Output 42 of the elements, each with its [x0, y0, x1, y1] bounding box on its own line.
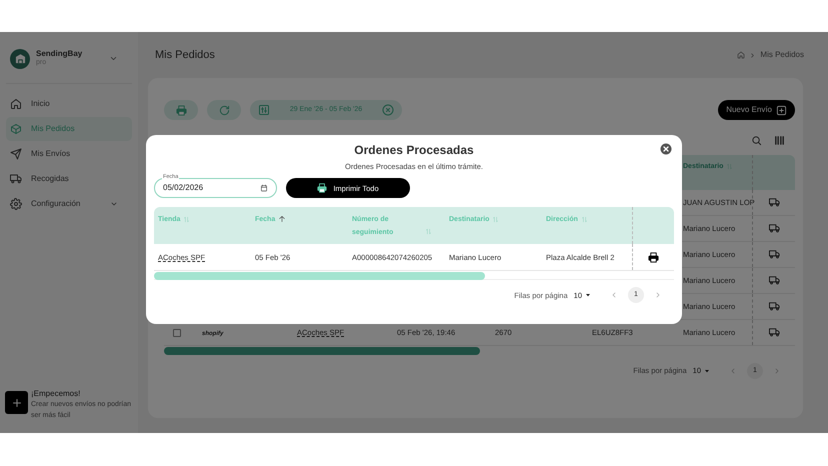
- close-icon[interactable]: [660, 143, 672, 155]
- sort-icon: [726, 163, 734, 170]
- home-icon[interactable]: [737, 51, 746, 59]
- chevron-down-icon[interactable]: [109, 54, 118, 63]
- truck-icon[interactable]: [768, 197, 780, 208]
- truck-icon[interactable]: [768, 249, 780, 260]
- truck-icon[interactable]: [768, 275, 780, 286]
- columns-icon[interactable]: [774, 134, 785, 146]
- truck-icon[interactable]: [768, 327, 780, 338]
- printer-icon: [176, 104, 186, 116]
- refresh-icon: [218, 104, 230, 116]
- chevron-right-icon: [749, 52, 756, 58]
- settings-icon: [10, 198, 22, 210]
- printer-icon[interactable]: [648, 252, 659, 263]
- plus-icon: [10, 396, 22, 408]
- scrollbar-thumb[interactable]: [164, 347, 480, 355]
- brand-name: SendingBay: [36, 49, 84, 60]
- scrollbar-thumb[interactable]: [154, 272, 485, 280]
- truck-icon[interactable]: [768, 223, 780, 234]
- plus-square-icon: [776, 104, 787, 116]
- home-icon: [10, 98, 22, 110]
- calendar-icon[interactable]: [260, 184, 268, 192]
- breadcrumb-item[interactable]: Mis Pedidos: [760, 49, 804, 61]
- dialog-title: Ordenes Procesadas: [354, 142, 474, 159]
- truck-icon[interactable]: [768, 301, 780, 312]
- sliders-icon: [258, 104, 270, 116]
- nav-item[interactable]: Mis Envíos: [6, 142, 132, 166]
- search-icon[interactable]: [751, 134, 762, 146]
- warehouse-icon: [14, 53, 26, 64]
- truck-icon: [10, 172, 22, 184]
- send-icon: [10, 148, 22, 160]
- add-button[interactable]: [5, 391, 28, 414]
- caret-down-icon: [703, 367, 711, 375]
- nav-item[interactable]: Configuración: [6, 192, 132, 216]
- printer-icon: [317, 183, 328, 194]
- checkbox[interactable]: [173, 328, 181, 336]
- new-shipment-button[interactable]: Nuevo Envío: [718, 100, 795, 120]
- box-icon: [10, 122, 22, 134]
- page-title: Mis Pedidos: [155, 48, 216, 63]
- nav-item[interactable]: Inicio: [6, 92, 132, 116]
- nav-item[interactable]: Recogidas: [6, 166, 132, 190]
- promo-title: ¡Empecemos!: [31, 388, 82, 399]
